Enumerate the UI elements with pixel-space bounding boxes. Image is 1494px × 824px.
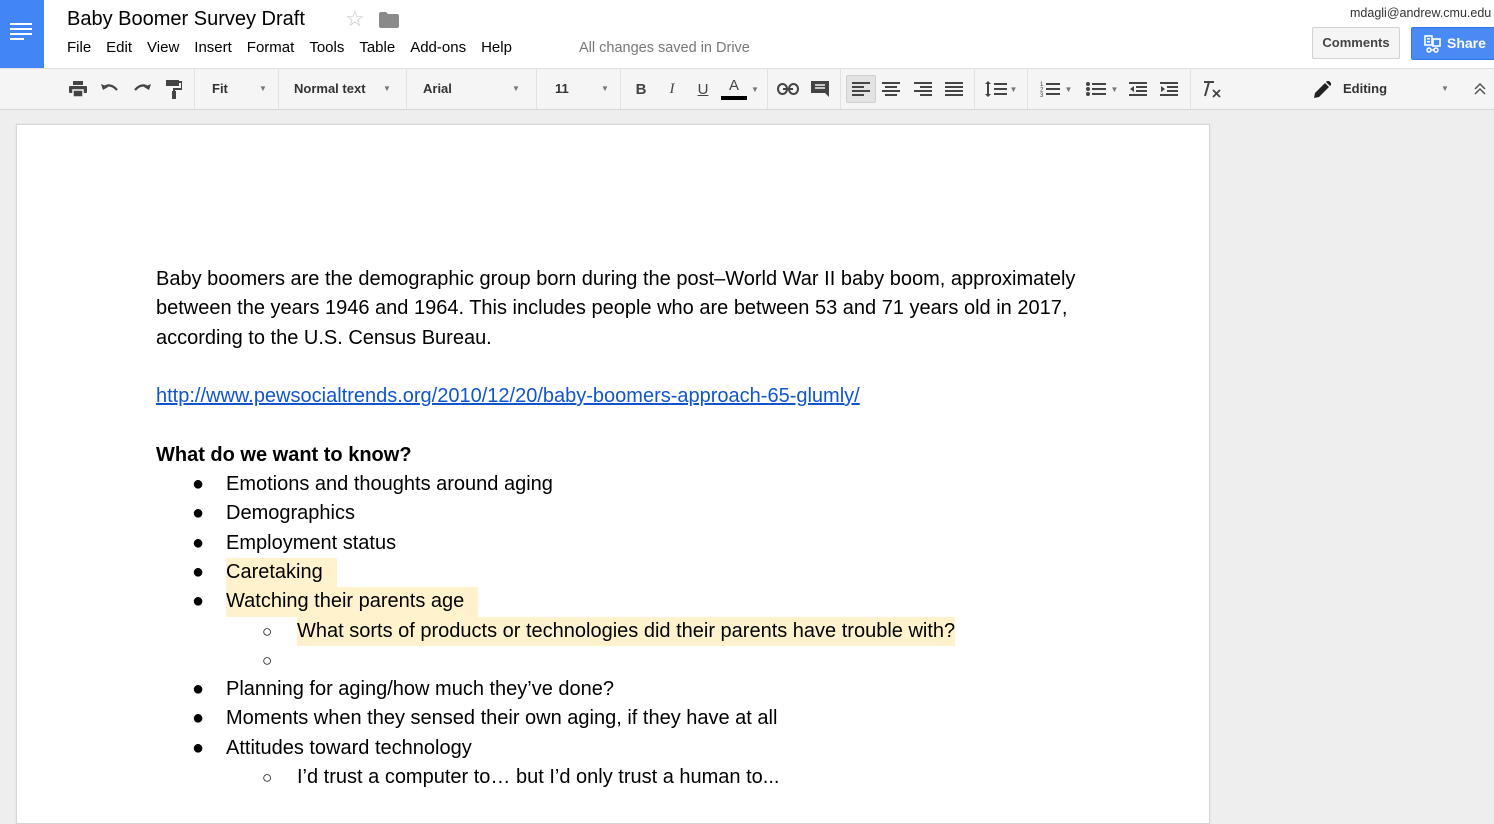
menu-format[interactable]: Format [247, 39, 295, 56]
text-color-button[interactable]: A [719, 77, 749, 101]
align-left-button[interactable] [846, 75, 876, 103]
intro-paragraph: Baby boomers are the demographic group b… [156, 268, 1076, 349]
bulleted-list-button[interactable]: ▼ [1082, 77, 1122, 101]
menu-table[interactable]: Table [359, 39, 395, 56]
chevron-down-icon: ▼ [1441, 84, 1449, 93]
sub-bullet-icon: ○ [262, 650, 273, 670]
insert-link-icon[interactable] [776, 77, 800, 101]
chevron-down-icon: ▼ [601, 84, 609, 93]
font-family-select[interactable]: Arial ▼ [423, 77, 523, 101]
pencil-icon [1314, 80, 1332, 106]
share-button[interactable]: Share [1411, 27, 1494, 60]
font-size-select[interactable]: 11 ▼ [555, 77, 613, 101]
app-header: Baby Boomer Survey Draft ☆ File Edit View I… [0, 0, 1494, 68]
menu-help[interactable]: Help [481, 39, 512, 56]
print-icon[interactable] [66, 77, 90, 101]
share-people-icon [1424, 34, 1441, 65]
chevron-down-icon: ▼ [1009, 84, 1018, 94]
menu-tools[interactable]: Tools [309, 39, 344, 56]
menu-bar: File Edit View Insert Format Tools Table Add-on… [67, 39, 527, 59]
line-spacing-button[interactable]: ▼ [982, 77, 1020, 101]
numbered-list-button[interactable]: 123 ▼ [1036, 77, 1076, 101]
formatting-toolbar: Fit ▼ Normal text ▼ Arial ▼ 11 ▼ B I U A ▼ [0, 68, 1494, 110]
document-title[interactable]: Baby Boomer Survey Draft [67, 8, 305, 31]
list-item: ● Attitudes toward technology [156, 734, 1086, 763]
list-item: ● Demographics [156, 499, 1086, 528]
list-item-highlighted: ● Caretaking [156, 557, 1086, 588]
editing-mode-select[interactable]: Editing ▼ [1314, 77, 1454, 101]
increase-indent-icon[interactable] [1157, 77, 1181, 101]
bullet-icon: ● [192, 473, 205, 496]
chevron-down-icon: ▼ [1064, 84, 1073, 94]
folder-icon[interactable] [379, 12, 399, 33]
sub-list-item-highlighted: ○ What sorts of products or technologies… [156, 616, 1086, 646]
italic-button[interactable]: I [661, 77, 683, 101]
svg-text:3: 3 [1040, 93, 1044, 97]
text-color-swatch [721, 96, 747, 100]
underline-button[interactable]: U [692, 77, 714, 101]
sub-bullet-icon: ○ [262, 621, 273, 641]
sub-bullet-icon: ○ [262, 768, 273, 788]
chevron-down-icon: ▼ [383, 84, 391, 93]
chevron-down-icon: ▼ [512, 84, 520, 93]
chevron-down-icon: ▼ [259, 84, 267, 93]
sub-list-item: ○ I’d trust a computer to… but I’d only … [156, 763, 1086, 792]
bullet-icon: ● [192, 736, 205, 759]
bold-button[interactable]: B [630, 77, 652, 101]
menu-view[interactable]: View [147, 39, 179, 56]
list-item: ● Emotions and thoughts around aging [156, 470, 1086, 499]
menu-add-ons[interactable]: Add-ons [410, 39, 466, 56]
paragraph-style-select[interactable]: Normal text ▼ [294, 77, 394, 101]
collapse-toolbar-icon[interactable] [1470, 77, 1490, 101]
document-body[interactable]: Baby boomers are the demographic group b… [156, 265, 1086, 792]
align-justify-button[interactable] [942, 77, 966, 101]
save-status[interactable]: All changes saved in Drive [579, 40, 750, 56]
bullet-icon: ● [192, 531, 205, 554]
menu-file[interactable]: File [67, 39, 91, 56]
bullet-icon: ● [192, 502, 205, 525]
sub-list-item-empty: ○ [156, 646, 1086, 675]
bullet-icon: ● [192, 590, 205, 613]
undo-icon[interactable] [98, 77, 122, 101]
share-label: Share [1447, 35, 1486, 51]
docs-logo-icon[interactable] [0, 0, 44, 68]
bullet-icon: ● [192, 560, 205, 583]
comments-button[interactable]: Comments [1312, 27, 1400, 59]
user-email[interactable]: mdagli@andrew.cmu.edu [1350, 6, 1491, 20]
chevron-down-icon: ▼ [1110, 84, 1119, 94]
list-item-highlighted: ● Watching their parents age [156, 587, 1086, 617]
bullet-icon: ● [192, 678, 205, 701]
menu-insert[interactable]: Insert [194, 39, 232, 56]
redo-icon[interactable] [130, 77, 154, 101]
insert-comment-icon[interactable] [808, 77, 832, 101]
menu-edit[interactable]: Edit [106, 39, 132, 56]
align-right-button[interactable] [911, 77, 935, 101]
star-icon[interactable]: ☆ [345, 6, 365, 32]
text-color-letter: A [728, 77, 739, 94]
decrease-indent-icon[interactable] [1126, 77, 1150, 101]
zoom-select[interactable]: Fit ▼ [212, 77, 270, 101]
chevron-down-icon[interactable]: ▼ [749, 77, 761, 101]
section-heading: What do we want to know? [156, 443, 412, 466]
clear-formatting-icon[interactable] [1199, 77, 1223, 101]
bullet-icon: ● [192, 707, 205, 730]
list-item: ● Employment status [156, 529, 1086, 558]
pew-link[interactable]: http://www.pewsocialtrends.org/2010/12/2… [156, 385, 860, 407]
paint-format-icon[interactable] [162, 77, 186, 101]
align-center-button[interactable] [879, 77, 903, 101]
list-item: ● Planning for aging/how much they’ve do… [156, 675, 1086, 704]
list-item: ● Moments when they sensed their own agi… [156, 704, 1086, 733]
